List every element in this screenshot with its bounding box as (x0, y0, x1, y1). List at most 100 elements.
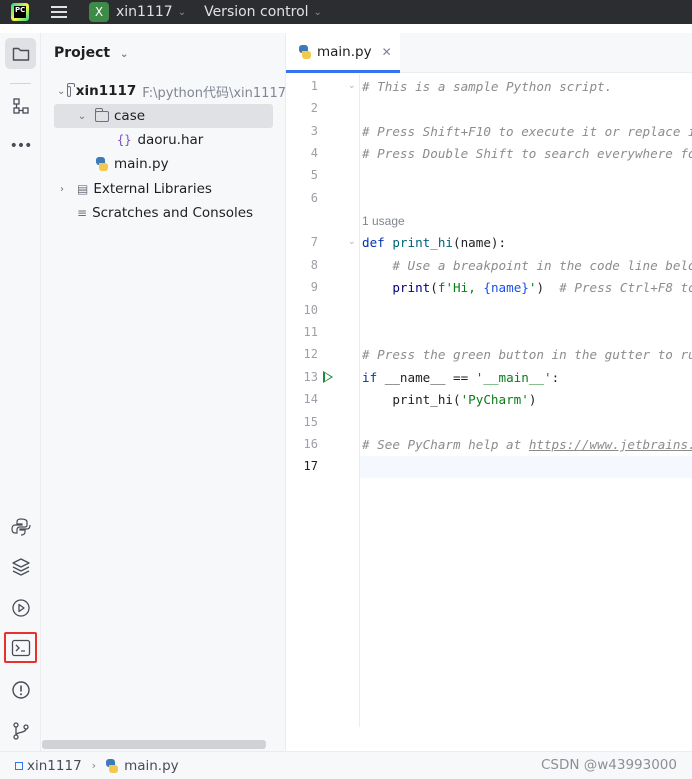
status-bar: xin1117 › main.py CSDN @w43993000 (0, 751, 692, 779)
code-keyword: if (362, 370, 378, 385)
chevron-down-icon: ⌄ (119, 49, 129, 60)
code-interpolation: {name} (483, 280, 529, 295)
run-icon[interactable] (323, 371, 333, 383)
terminal-icon[interactable] (4, 632, 37, 663)
code-string: f'Hi, (437, 280, 484, 295)
python-console-icon[interactable] (5, 511, 36, 542)
json-file-icon: {} (117, 133, 132, 147)
line-number: 14 (303, 392, 318, 406)
line-number: 17 (303, 459, 318, 473)
tree-item-scratches[interactable]: ≡ Scratches and Consoles (41, 201, 285, 225)
git-icon[interactable] (5, 715, 36, 746)
pycharm-logo-icon[interactable]: PC (11, 3, 29, 21)
line-number: 2 (310, 101, 318, 115)
scratches-icon: ≡ (77, 206, 88, 220)
breadcrumb-project[interactable]: xin1117 (27, 758, 82, 774)
main-menu-icon[interactable] (51, 6, 67, 18)
horizontal-scrollbar[interactable] (42, 740, 266, 749)
project-panel: Project ⌄ ⌄ xin1117 F:\python代码\xin1117 … (41, 33, 286, 751)
tree-item-label: Scratches and Consoles (92, 205, 254, 221)
services-icon[interactable] (5, 592, 36, 623)
editor-gutter: 1 2 3 4 5 6 7 8 9 10 11 12 13 14 15 16 1… (286, 74, 360, 727)
project-panel-header[interactable]: Project ⌄ (54, 45, 128, 61)
code-keyword: def (362, 235, 385, 250)
layers-icon[interactable] (5, 551, 36, 582)
structure-icon[interactable] (5, 90, 36, 121)
code-comment: # Press Shift+F10 to execute it or repla… (362, 124, 692, 139)
code-comment: # Use a breakpoint in the code line belo… (392, 258, 692, 273)
version-control-label: Version control (204, 4, 309, 20)
code-string: ' (528, 280, 537, 295)
expand-arrow-icon[interactable]: ⌄ (77, 111, 87, 122)
code-editor[interactable]: # This is a sample Python script. # Pres… (360, 74, 692, 727)
tree-item-label: daoru.har (137, 132, 204, 148)
breadcrumb-file[interactable]: main.py (124, 758, 179, 774)
title-bar: PC X xin1117 ⌄ Version control ⌄ (0, 0, 692, 24)
library-icon: ▤ (77, 182, 89, 196)
tree-root-row[interactable]: ⌄ xin1117 F:\python代码\xin1117 (41, 79, 286, 103)
python-file-icon (105, 758, 119, 773)
tree-root-path: F:\python代码\xin1117 (142, 85, 286, 101)
version-control-menu[interactable]: Version control ⌄ (204, 4, 322, 20)
code-comment: # See PyCharm help at (362, 437, 529, 452)
code-comment: # Press the green button in the gutter t… (362, 347, 692, 362)
close-icon[interactable]: ✕ (382, 45, 392, 59)
folder-icon[interactable] (5, 38, 36, 69)
line-number: 1 (310, 79, 318, 93)
tree-item-label: main.py (114, 156, 169, 172)
folder-icon (94, 107, 109, 122)
tree-item-main[interactable]: main.py (41, 152, 285, 176)
chevron-down-icon: ⌄ (177, 6, 187, 18)
usage-hint[interactable]: 1 usage (362, 214, 405, 228)
editor-tab-bar: main.py ✕ (286, 33, 692, 73)
code-string: '__main__' (475, 370, 552, 385)
fold-icon[interactable]: ⌄ (348, 81, 356, 91)
tree-item-case[interactable]: ⌄ case (54, 104, 273, 128)
line-number: 9 (310, 280, 318, 294)
code-comment: # This is a sample Python script. (362, 79, 613, 94)
code-string: 'PyCharm' (460, 392, 529, 407)
folder-icon (66, 82, 75, 97)
line-number: 10 (303, 303, 318, 317)
left-tool-strip: ••• (0, 33, 41, 751)
tree-item-label: External Libraries (93, 181, 212, 197)
python-file-icon (298, 44, 312, 59)
code-text: : (551, 370, 560, 385)
line-number: 4 (310, 146, 318, 160)
code-text: (name): (453, 235, 507, 250)
tree-item-label: case (114, 108, 146, 124)
code-link[interactable]: https://www.jetbrains.com/help/pycharm/ (529, 437, 692, 452)
project-switcher[interactable]: xin1117 ⌄ (116, 4, 186, 20)
line-number: 11 (303, 325, 318, 339)
current-line[interactable] (360, 456, 692, 478)
chevron-down-icon: ⌄ (313, 6, 322, 18)
line-number: 3 (310, 124, 318, 138)
tab-main-py[interactable]: main.py ✕ (286, 33, 400, 73)
project-badge[interactable]: X (89, 2, 109, 22)
chevron-right-icon: › (91, 759, 97, 772)
expand-arrow-icon[interactable]: › (57, 184, 67, 195)
fold-icon[interactable]: ⌄ (348, 237, 356, 247)
problems-icon[interactable] (5, 674, 36, 705)
code-text: __name__ == (377, 370, 476, 385)
module-icon (15, 761, 23, 770)
code-text: ) (528, 392, 537, 407)
python-file-icon (95, 157, 109, 171)
tree-item-external-libraries[interactable]: › ▤ External Libraries (41, 177, 285, 201)
tab-label: main.py (317, 43, 372, 60)
watermark: CSDN @w43993000 (540, 757, 677, 773)
line-number: 8 (310, 258, 318, 272)
tree-item-har[interactable]: {} daoru.har (41, 128, 285, 152)
more-icon[interactable]: ••• (5, 130, 36, 161)
line-number: 13 (303, 370, 318, 384)
line-number: 12 (303, 347, 318, 361)
line-number: 15 (303, 415, 318, 429)
code-text: print_hi( (362, 392, 461, 407)
line-number: 6 (310, 191, 318, 205)
tree-root-label: xin1117 (75, 83, 137, 99)
project-name: xin1117 (116, 4, 173, 20)
code-comment: # Press Ctrl+F8 to toggle the breakpoint… (559, 280, 692, 295)
line-number: 5 (310, 168, 318, 182)
expand-arrow-icon[interactable]: ⌄ (57, 86, 65, 97)
line-number: 7 (310, 235, 318, 249)
